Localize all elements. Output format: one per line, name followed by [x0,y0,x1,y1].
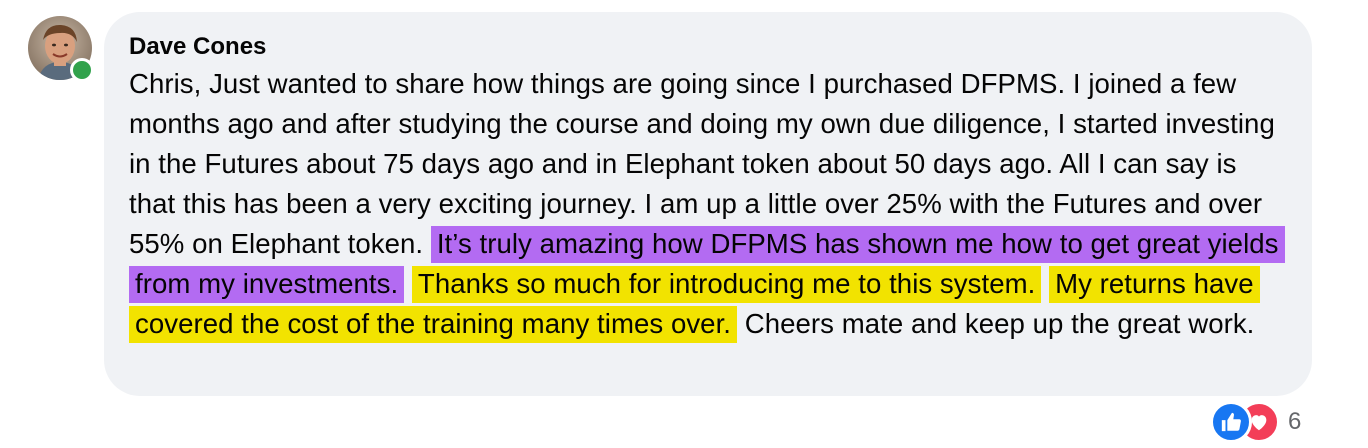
comment-author[interactable]: Dave Cones [129,32,266,62]
comment-text-closing: Cheers mate and keep up the great work. [737,308,1255,339]
online-status-indicator [70,58,94,82]
comment-bubble: Dave Cones Chris, Just wanted to share h… [104,12,1312,396]
comment-text: Chris, Just wanted to share how things a… [129,64,1288,344]
comment-text-space [404,268,412,299]
highlight-yellow-1: Thanks so much for introducing me to thi… [411,266,1042,303]
reaction-count: 6 [1288,408,1302,435]
comment-text-space [1041,268,1049,299]
reactions-summary[interactable]: 6 [1210,401,1302,443]
like-icon [1210,401,1252,443]
